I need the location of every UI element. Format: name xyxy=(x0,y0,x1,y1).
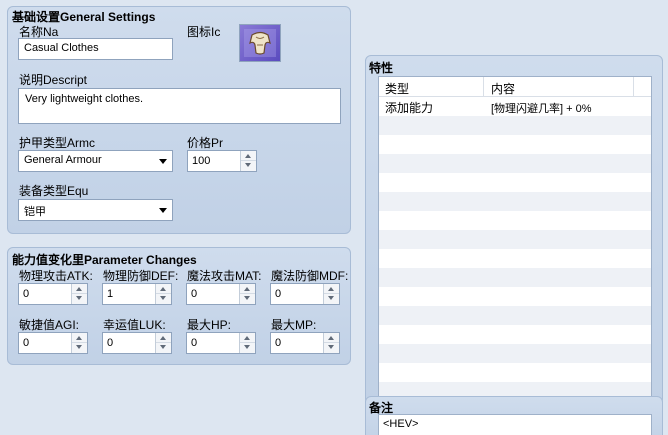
traits-title: 特性 xyxy=(369,61,394,75)
name-field[interactable]: Casual Clothes xyxy=(18,38,173,60)
spin-down-icon[interactable] xyxy=(156,294,171,304)
column-header-type[interactable]: 类型 xyxy=(385,80,409,97)
price-stepper[interactable]: 100 xyxy=(187,150,257,172)
notes-field[interactable]: <HEV> xyxy=(378,414,652,435)
armor-type-value: General Armour xyxy=(24,154,102,166)
armor-type-label: 护甲类型Armc xyxy=(19,136,95,150)
empty-row[interactable] xyxy=(379,306,651,325)
equip-type-label: 装备类型Equ xyxy=(19,184,89,198)
icon-picker-button[interactable] xyxy=(239,24,281,62)
equip-type-select[interactable]: 铠甲 xyxy=(18,199,173,221)
spin-up-icon[interactable] xyxy=(240,333,255,343)
param-value: 0 xyxy=(107,337,114,349)
param-stepper-buttons xyxy=(155,333,171,353)
param-value: 0 xyxy=(191,337,198,349)
spin-up-icon[interactable] xyxy=(324,284,339,294)
spin-down-icon[interactable] xyxy=(240,343,255,353)
price-stepper-buttons xyxy=(240,151,256,171)
empty-row[interactable] xyxy=(379,249,651,268)
param-label: 幸运值LUK: xyxy=(103,318,166,332)
empty-row[interactable] xyxy=(379,173,651,192)
param-label: 魔法攻击MAT: xyxy=(187,269,262,283)
empty-row[interactable] xyxy=(379,230,651,249)
price-label: 价格Pr xyxy=(187,136,223,150)
spin-up-icon[interactable] xyxy=(156,284,171,294)
param-value: 0 xyxy=(275,337,282,349)
param-stepper-buttons xyxy=(323,333,339,353)
spin-up-icon[interactable] xyxy=(156,333,171,343)
param-label: 魔法防御MDF: xyxy=(271,269,349,283)
column-header-content[interactable]: 内容 xyxy=(491,80,515,97)
spin-up-icon[interactable] xyxy=(324,333,339,343)
param-label: 物理防御DEF: xyxy=(103,269,179,283)
spin-down-icon[interactable] xyxy=(156,343,171,353)
parameter-changes-title: 能力值变化里Parameter Changes xyxy=(12,253,197,267)
spin-down-icon[interactable] xyxy=(324,343,339,353)
spin-up-icon[interactable] xyxy=(72,284,87,294)
chevron-down-icon xyxy=(159,208,167,213)
empty-row[interactable] xyxy=(379,211,651,230)
param-agi-stepper[interactable]: 0 xyxy=(18,332,88,354)
cloth-armor-icon xyxy=(244,29,276,57)
spin-down-icon[interactable] xyxy=(72,343,87,353)
column-divider xyxy=(633,77,634,97)
empty-row[interactable] xyxy=(379,135,651,154)
param-label: 物理攻击ATK: xyxy=(19,269,93,283)
spin-down-icon[interactable] xyxy=(240,294,255,304)
empty-row[interactable] xyxy=(379,154,651,173)
param-value: 1 xyxy=(107,288,114,300)
spin-up-icon[interactable] xyxy=(240,284,255,294)
param-stepper-buttons xyxy=(71,333,87,353)
param-value: 0 xyxy=(23,288,30,300)
empty-row[interactable] xyxy=(379,344,651,363)
param-stepper-buttons xyxy=(155,284,171,304)
table-row[interactable]: 添加能力 [物理闪避几率] + 0% xyxy=(379,97,651,116)
param-stepper-buttons xyxy=(71,284,87,304)
description-field[interactable]: Very lightweight clothes. xyxy=(18,88,341,124)
param-mat-stepper[interactable]: 0 xyxy=(186,283,256,305)
param-luk-stepper[interactable]: 0 xyxy=(102,332,172,354)
param-label: 最大HP: xyxy=(187,318,232,332)
price-value: 100 xyxy=(192,155,211,167)
spin-down-icon[interactable] xyxy=(241,161,256,171)
equip-type-value: 铠甲 xyxy=(24,206,46,218)
column-divider xyxy=(483,77,484,97)
description-label: 说明Descript xyxy=(19,73,88,87)
empty-row[interactable] xyxy=(379,287,651,306)
spin-up-icon[interactable] xyxy=(72,333,87,343)
spin-down-icon[interactable] xyxy=(324,294,339,304)
armor-type-select[interactable]: General Armour xyxy=(18,150,173,172)
param-value: 0 xyxy=(191,288,198,300)
param-label: 最大MP: xyxy=(271,318,317,332)
param-stepper-buttons xyxy=(239,284,255,304)
spin-down-icon[interactable] xyxy=(72,294,87,304)
spin-up-icon[interactable] xyxy=(241,151,256,161)
param-stepper-buttons xyxy=(239,333,255,353)
param-label: 敏捷值AGI: xyxy=(19,318,80,332)
param-mdf-stepper[interactable]: 0 xyxy=(270,283,340,305)
traits-list-header: 类型 内容 xyxy=(379,77,651,97)
param-value: 0 xyxy=(23,337,30,349)
empty-row[interactable] xyxy=(379,363,651,382)
empty-row[interactable] xyxy=(379,325,651,344)
param-atk-stepper[interactable]: 0 xyxy=(18,283,88,305)
param-value: 0 xyxy=(275,288,282,300)
param-def-stepper[interactable]: 1 xyxy=(102,283,172,305)
traits-list[interactable]: 类型 内容 添加能力 [物理闪避几率] + 0% xyxy=(378,76,652,398)
trait-content-cell: [物理闪避几率] + 0% xyxy=(491,103,592,115)
param-stepper-buttons xyxy=(323,284,339,304)
empty-row[interactable] xyxy=(379,116,651,135)
param-hp-stepper[interactable]: 0 xyxy=(186,332,256,354)
trait-type-cell: 添加能力 xyxy=(385,101,434,115)
empty-row[interactable] xyxy=(379,192,651,211)
empty-row[interactable] xyxy=(379,268,651,287)
icon-label: 图标Ic xyxy=(187,25,221,39)
param-mp-stepper[interactable]: 0 xyxy=(270,332,340,354)
chevron-down-icon xyxy=(159,159,167,164)
